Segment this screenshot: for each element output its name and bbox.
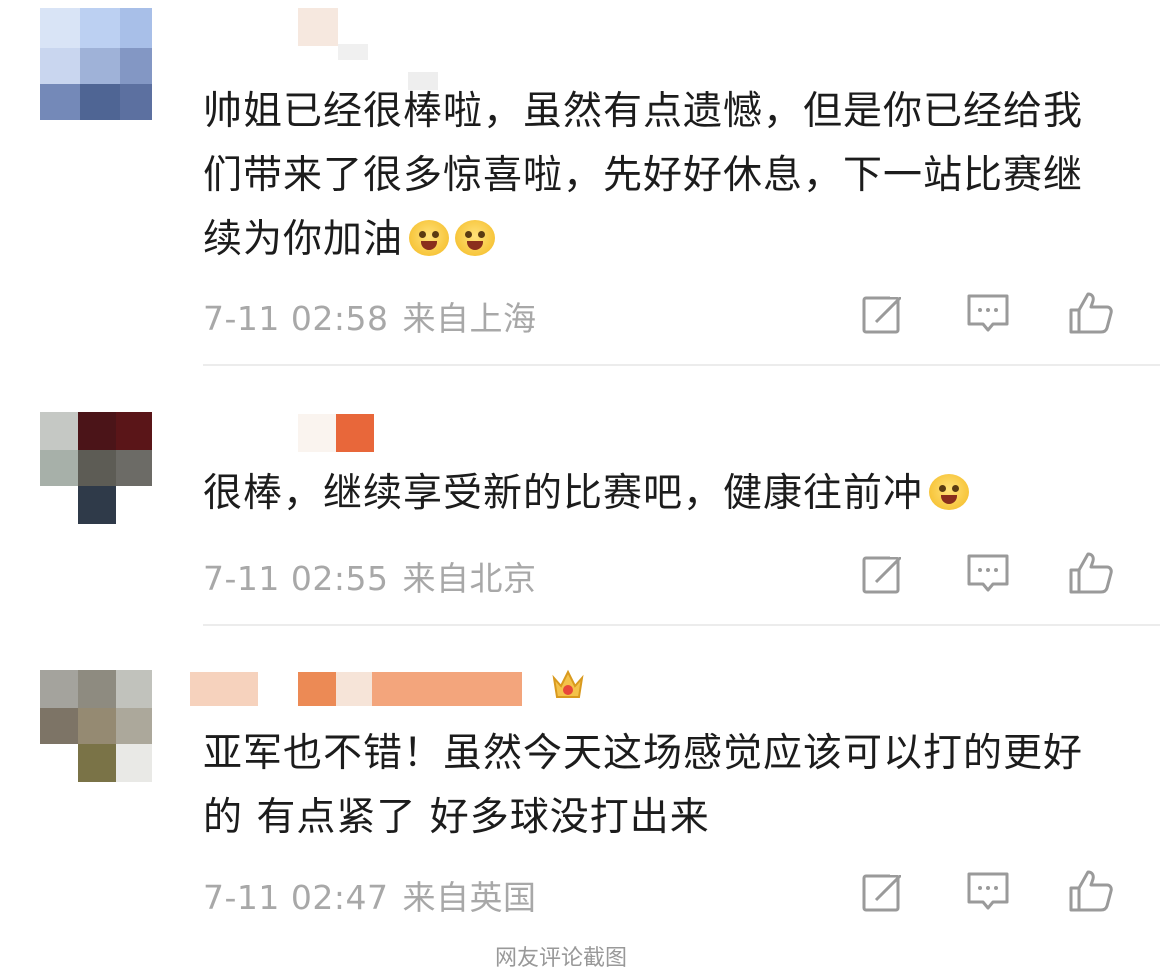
like-button[interactable] — [1066, 866, 1116, 916]
comment-time: 7-11 02:47 — [203, 878, 389, 917]
crying-laugh-emoji — [409, 220, 450, 256]
like-button[interactable] — [1066, 288, 1116, 338]
comment-icon — [967, 294, 1009, 332]
comment-time: 7-11 02:58 — [203, 299, 389, 338]
username[interactable] — [190, 672, 530, 708]
comment-body: 亚军也不错！虽然今天这场感觉应该可以打的更好的 有点紧了 好多球没打出来 — [203, 731, 1084, 840]
divider — [203, 364, 1160, 366]
blush-emoji — [929, 474, 970, 510]
like-button[interactable] — [1066, 548, 1116, 598]
comment-location: 来自英国 — [402, 878, 537, 917]
avatar[interactable] — [40, 412, 152, 524]
like-icon — [1069, 552, 1113, 594]
reply-button[interactable] — [963, 288, 1013, 338]
username[interactable] — [298, 8, 438, 90]
reply-button[interactable] — [963, 548, 1013, 598]
reply-button[interactable] — [963, 866, 1013, 916]
comment-meta: 7-11 02:58 来自上海 — [203, 292, 537, 340]
comment-meta: 7-11 02:55 来自北京 — [203, 552, 537, 600]
share-icon — [862, 869, 907, 912]
comment-icon — [967, 872, 1009, 910]
comment-meta: 7-11 02:47 来自英国 — [203, 871, 537, 919]
comment-actions — [858, 548, 1118, 598]
vip-badge-icon — [548, 664, 588, 704]
share-button[interactable] — [858, 548, 908, 598]
crying-laugh-emoji — [455, 220, 496, 256]
comment-body: 帅姐已经很棒啦，虽然有点遗憾，但是你已经给我们带来了很多惊喜啦，先好好休息，下一… — [203, 89, 1084, 262]
comment-location: 来自北京 — [402, 559, 537, 598]
comment-time: 7-11 02:55 — [203, 559, 389, 598]
like-icon — [1069, 292, 1113, 334]
comment-text: 很棒，继续享受新的比赛吧，健康往前冲 — [203, 462, 1103, 526]
share-button[interactable] — [858, 288, 908, 338]
comment-body: 很棒，继续享受新的比赛吧，健康往前冲 — [203, 471, 924, 516]
comment-text: 帅姐已经很棒啦，虽然有点遗憾，但是你已经给我们带来了很多惊喜啦，先好好休息，下一… — [203, 80, 1103, 272]
share-icon — [862, 291, 907, 334]
share-icon — [862, 551, 907, 594]
like-icon — [1069, 870, 1113, 912]
comment-icon — [967, 554, 1009, 592]
comment-text: 亚军也不错！虽然今天这场感觉应该可以打的更好的 有点紧了 好多球没打出来 — [203, 722, 1103, 850]
divider — [203, 624, 1160, 626]
image-caption: 网友评论截图 — [495, 946, 628, 971]
share-button[interactable] — [858, 866, 908, 916]
comment-location: 来自上海 — [402, 299, 537, 338]
avatar[interactable] — [40, 670, 152, 782]
comment-actions — [858, 866, 1118, 916]
comment-actions — [858, 288, 1118, 338]
avatar[interactable] — [40, 8, 152, 120]
username[interactable] — [298, 414, 378, 454]
